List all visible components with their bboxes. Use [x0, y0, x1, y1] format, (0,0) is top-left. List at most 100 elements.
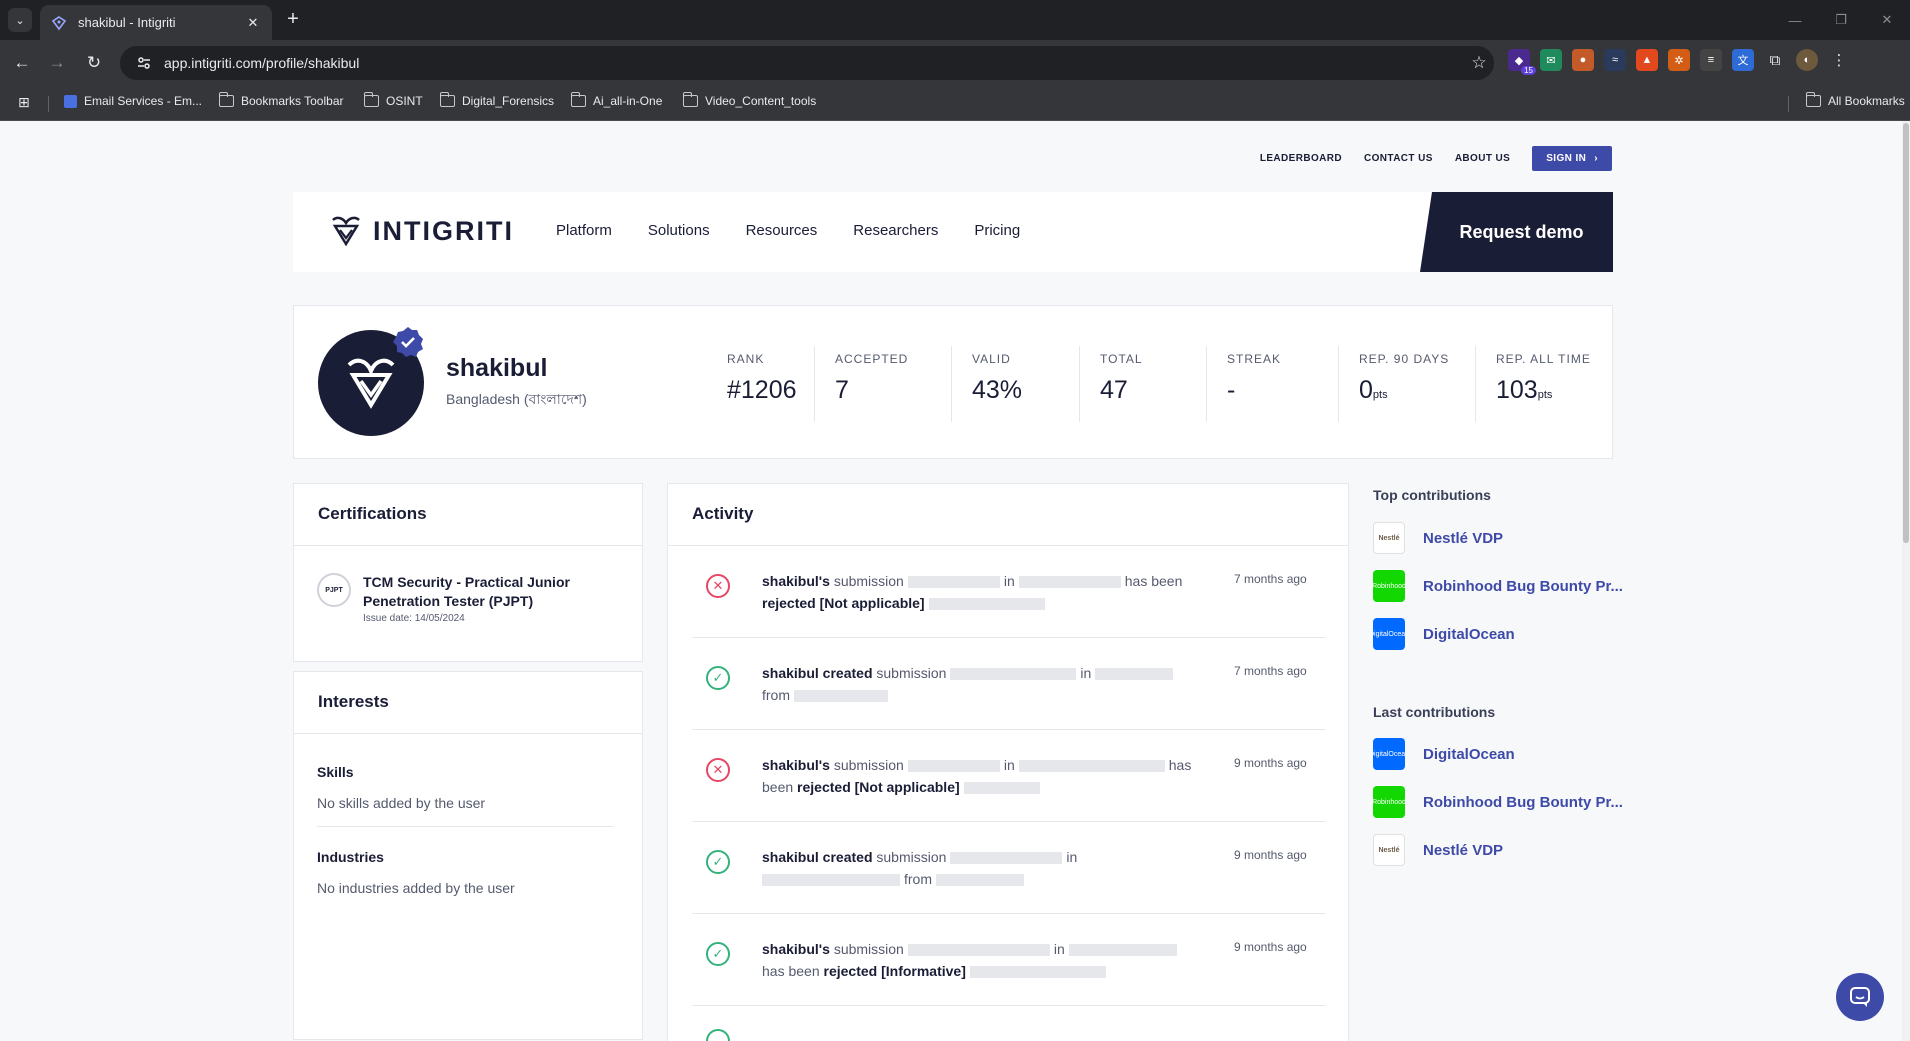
back-icon[interactable]: ← [10, 51, 34, 75]
browser-menu-icon[interactable]: ⋮ [1828, 49, 1850, 71]
reload-icon[interactable]: ↻ [82, 51, 106, 75]
menu-resources[interactable]: Resources [746, 222, 818, 239]
extension-cookie-icon[interactable]: ● [1572, 49, 1594, 71]
redacted-block [907, 576, 1000, 589]
request-demo-button[interactable]: Request demo [1420, 192, 1613, 272]
last-contribution-item[interactable]: Nestlé Nestlé VDP [1373, 834, 1503, 866]
stat-rep-all-time: REP. ALL TIME 103pts [1475, 346, 1615, 422]
rejected-x-icon: ✕ [706, 758, 730, 782]
stat-label: ACCEPTED [835, 352, 909, 366]
bookmark-email-services[interactable]: Email Services - Em... [64, 94, 202, 108]
url-text: app.intigriti.com/profile/shakibul [164, 55, 360, 71]
menu-platform[interactable]: Platform [556, 222, 612, 239]
extension-wave-icon[interactable]: ≈ [1604, 49, 1626, 71]
pjpt-badge-icon: PJPT [317, 573, 351, 607]
activity-user: shakibul's [762, 757, 830, 773]
industries-empty-text: No industries added by the user [317, 880, 515, 896]
accepted-check-icon: ✓ [706, 850, 730, 874]
redacted-block [963, 782, 1040, 795]
top-contribution-item[interactable]: DigitalOcean DigitalOcean [1373, 618, 1515, 650]
sign-in-label: SIGN IN [1546, 153, 1587, 164]
stat-accepted: ACCEPTED 7 [814, 346, 951, 422]
site-info-icon[interactable] [134, 53, 154, 73]
activity-word: submission [833, 941, 904, 957]
top-contribution-item[interactable]: Robinhood Robinhood Bug Bounty Pr... [1373, 570, 1623, 602]
extension-translate-icon[interactable]: 文 [1732, 49, 1754, 71]
chat-support-button[interactable] [1836, 973, 1884, 1021]
industries-section: Industries No industries added by the us… [317, 849, 613, 896]
chevron-right-icon: › [1594, 153, 1598, 164]
logo-wordmark: INTIGRITI [373, 215, 514, 246]
page-scrollbar[interactable] [1902, 121, 1910, 1041]
activity-item[interactable]: ✓ shakibul's submission in has been rejec… [692, 914, 1325, 1006]
activity-word: in [1066, 849, 1078, 865]
tab-search-button[interactable]: ⌄ [8, 8, 32, 32]
close-window-icon[interactable]: ✕ [1864, 0, 1910, 40]
extension-list-icon[interactable]: ≡ [1700, 49, 1722, 71]
address-bar[interactable]: app.intigriti.com/profile/shakibul ☆ [120, 46, 1494, 80]
skills-empty-text: No skills added by the user [317, 795, 486, 811]
apps-grid-icon[interactable]: ⊞ [18, 94, 30, 111]
extension-mail-icon[interactable]: ✉ [1540, 49, 1562, 71]
certification-item[interactable]: PJPT TCM Security - Practical Junior Pen… [317, 573, 593, 624]
scrollbar-thumb[interactable] [1903, 123, 1909, 543]
bookmark-folder-toolbar[interactable]: Bookmarks Toolbar [218, 92, 344, 108]
intigriti-logo[interactable]: INTIGRITI [327, 214, 514, 248]
all-bookmarks-folder[interactable]: All Bookmarks [1805, 92, 1905, 108]
contribution-name: Robinhood Bug Bounty Pr... [1423, 793, 1623, 811]
profile-avatar-icon[interactable]: ◐ [1796, 49, 1818, 71]
redacted-block [928, 598, 1045, 611]
about-us-link[interactable]: ABOUT US [1455, 153, 1510, 164]
bookmark-folder-ai[interactable]: Ai_all-in-One [570, 92, 662, 108]
extension-fox-icon[interactable]: ▲ [1636, 49, 1658, 71]
redacted-block [794, 690, 888, 703]
main-navigation: INTIGRITI Platform Solutions Resources R… [293, 192, 1613, 272]
minimize-icon[interactable]: — [1772, 0, 1818, 40]
bookmark-separator [1788, 96, 1789, 112]
redacted-block [907, 760, 1000, 773]
interests-divider [317, 826, 613, 827]
extensions-puzzle-icon[interactable]: ⧉ [1764, 49, 1786, 71]
stat-value: - [1227, 376, 1318, 405]
skills-section: Skills No skills added by the user [317, 764, 613, 811]
bookmark-folder-video[interactable]: Video_Content_tools [682, 92, 816, 108]
industries-title: Industries [317, 849, 384, 865]
menu-pricing[interactable]: Pricing [974, 222, 1020, 239]
folder-icon [682, 92, 698, 107]
activity-item[interactable]: ✓ shakibul created submission in from 7 m… [692, 638, 1325, 730]
activity-word: from [762, 687, 790, 703]
stat-number: 0 [1359, 376, 1373, 404]
activity-status: rejected [Informative] [823, 963, 966, 979]
top-contribution-item[interactable]: Nestlé Nestlé VDP [1373, 522, 1503, 554]
activity-item[interactable]: ✕ shakibul's submission in has been reject… [692, 730, 1325, 822]
menu-solutions[interactable]: Solutions [648, 222, 710, 239]
active-tab[interactable]: shakibul - Intigriti ✕ [40, 5, 272, 40]
extensions-row: ◆ 15 ✉ ● ≈ ▲ ✲ ≡ 文 ⧉ ◐ ⋮ [1508, 49, 1850, 75]
bookmark-star-icon[interactable]: ☆ [1464, 53, 1494, 73]
new-tab-button[interactable]: + [282, 9, 304, 31]
nestle-logo-icon: Nestlé [1373, 834, 1405, 866]
contact-us-link[interactable]: CONTACT US [1364, 153, 1433, 164]
activity-item[interactable]: ✕ shakibul's submission in has been reject… [692, 546, 1325, 638]
redacted-block [969, 966, 1106, 979]
leaderboard-link[interactable]: LEADERBOARD [1260, 153, 1342, 164]
bookmark-folder-forensics[interactable]: Digital_Forensics [439, 92, 554, 108]
bookmark-folder-osint[interactable]: OSINT [363, 92, 423, 108]
profile-username: shakibul [446, 354, 548, 382]
stat-label: VALID [972, 352, 1011, 366]
last-contribution-item[interactable]: Robinhood Robinhood Bug Bounty Pr... [1373, 786, 1623, 818]
activity-item[interactable]: ✓ shakibul created submission in from 9 m… [692, 822, 1325, 914]
sign-in-button[interactable]: SIGN IN › [1532, 146, 1612, 171]
bookmarks-bar: ⊞ Email Services - Em... Bookmarks Toolb… [0, 86, 1910, 121]
restore-icon[interactable]: ❐ [1818, 0, 1864, 40]
folder-icon [439, 92, 455, 107]
certification-title: TCM Security - Practical Junior Penetrat… [363, 574, 570, 609]
forward-icon[interactable]: → [45, 51, 69, 75]
menu-researchers[interactable]: Researchers [853, 222, 938, 239]
redacted-block [762, 874, 900, 887]
last-contribution-item[interactable]: DigitalOcean DigitalOcean [1373, 738, 1515, 770]
contribution-name: DigitalOcean [1423, 745, 1515, 763]
extension-purple-icon[interactable]: ◆ 15 [1508, 49, 1536, 75]
close-tab-icon[interactable]: ✕ [244, 15, 262, 31]
extension-gear-icon[interactable]: ✲ [1668, 49, 1690, 71]
